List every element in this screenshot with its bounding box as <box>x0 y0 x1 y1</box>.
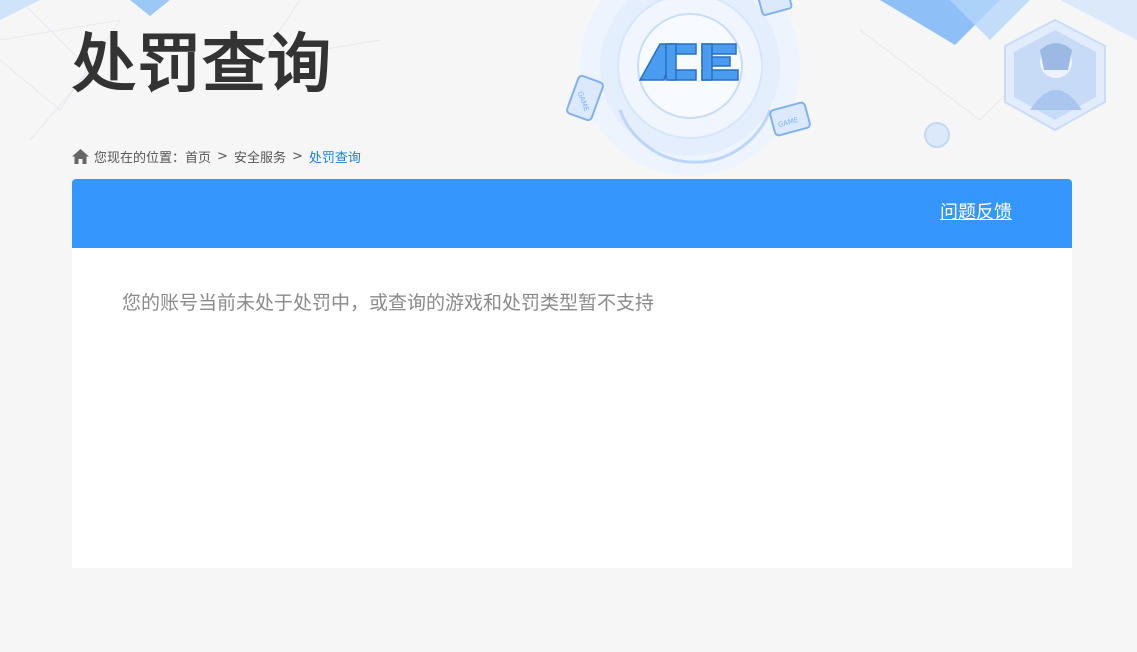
feedback-link[interactable]: 问题反馈 <box>940 201 1012 225</box>
breadcrumb-separator: > <box>291 148 303 164</box>
breadcrumb-item-home[interactable]: 首页 <box>185 147 211 166</box>
svg-text:GAME: GAME <box>777 116 799 129</box>
breadcrumb-prefix: 您现在的位置： <box>94 150 186 166</box>
character-avatar-art <box>1004 18 1106 132</box>
page: GAME GAME 处罚查询 您现在的位置： 首页 > 安全服务 > 处罚查询 … <box>0 0 1137 652</box>
breadcrumb-item-security-services[interactable]: 安全服务 <box>234 147 286 166</box>
breadcrumb-separator: > <box>217 148 228 164</box>
svg-text:GAME: GAME <box>576 90 591 112</box>
page-title: 处罚查询 <box>72 28 332 102</box>
ace-logo <box>638 43 739 81</box>
result-message: 您的账号当前未处于处罚中，或查询的游戏和处罚类型暂不支持 <box>122 292 655 314</box>
breadcrumb: 您现在的位置： 首页 > 安全服务 > 处罚查询 <box>72 146 361 166</box>
breadcrumb-item-current: 处罚查询 <box>308 150 361 166</box>
home-icon <box>72 148 89 164</box>
panel-header: 问题反馈 <box>72 179 1072 248</box>
panel-body: 您的账号当前未处于处罚中，或查询的游戏和处罚类型暂不支持 <box>72 248 1072 568</box>
